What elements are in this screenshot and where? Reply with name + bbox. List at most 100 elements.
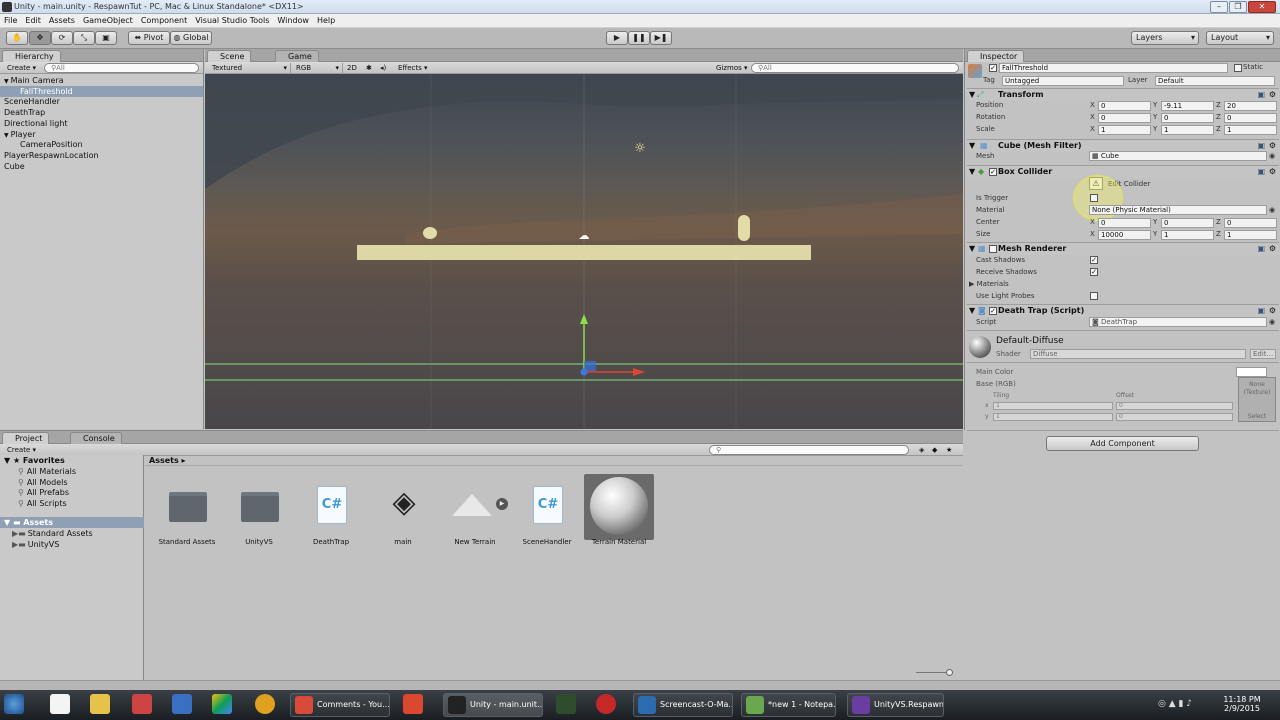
scene-search-input[interactable]: ⚲All (751, 63, 959, 73)
tiling-x-field[interactable]: 1 (993, 402, 1113, 410)
2d-toggle[interactable]: 2D (344, 63, 360, 73)
hierarchy-item[interactable]: Cube (0, 161, 203, 172)
favorite-item[interactable]: ⚲ All Prefabs (18, 488, 69, 497)
physic-material-field[interactable]: None (Physic Material) (1089, 205, 1267, 215)
menu-vstools[interactable]: Visual Studio Tools (191, 14, 273, 27)
taskbar-app-button[interactable]: UnityVS.Respawn... (847, 693, 944, 717)
tab-console[interactable]: Console (70, 432, 122, 444)
asset-item[interactable]: Terrain Material (584, 474, 654, 546)
expand-arrow-icon[interactable]: ▼ (4, 78, 9, 85)
taskbar-app-button[interactable]: *new 1 - Notepa... (741, 693, 836, 717)
asset-folder-item[interactable]: ▶▬ Standard Assets (12, 529, 93, 538)
filter-type-icon[interactable]: ◈ (916, 445, 927, 455)
move-gizmo-x-arrow[interactable] (633, 368, 645, 376)
scene-viewport[interactable]: ☁ ☼ (205, 74, 963, 429)
tab-project[interactable]: Project (2, 432, 50, 444)
move-gizmo-y-arrow[interactable] (580, 314, 588, 324)
tiling-y-field[interactable]: 1 (993, 413, 1113, 421)
materials-foldout[interactable]: ▶ Materials (969, 279, 1009, 289)
headphones-icon[interactable] (255, 694, 275, 714)
asset-folder-item[interactable]: ▶▬ UnityVS (12, 540, 59, 549)
hierarchy-item[interactable]: FallThreshold (0, 85, 203, 97)
texture-select-button[interactable]: Select (1239, 413, 1275, 421)
maximize-button[interactable]: ❐ (1229, 1, 1247, 13)
shader-dropdown[interactable]: Diffuse (1030, 349, 1246, 359)
hierarchy-search-input[interactable]: ⚲All (44, 63, 199, 73)
transform-x-field[interactable]: 0 (1098, 101, 1151, 111)
help-icon[interactable]: ▣ (1257, 89, 1265, 101)
tag-dropdown[interactable]: Untagged (1002, 76, 1124, 86)
taskbar-app-button[interactable]: Screencast-O-Ma... (633, 693, 733, 717)
hierarchy-item[interactable]: CameraPosition (0, 139, 203, 150)
mail-icon[interactable] (132, 694, 152, 714)
layout-dropdown[interactable]: Layout ▾ (1206, 31, 1274, 45)
google-drive-icon[interactable] (212, 694, 232, 714)
help-icon[interactable]: ▣ (1257, 305, 1265, 317)
pause-button[interactable]: ❚❚ (628, 31, 650, 45)
menu-file[interactable]: File (0, 14, 21, 27)
menu-window[interactable]: Window (273, 14, 313, 27)
favorites-header[interactable]: ▼ ★ Favorites (4, 456, 65, 465)
transform-x-field[interactable]: 0 (1098, 113, 1151, 123)
texture-slot[interactable]: None (Texture) Select (1238, 377, 1276, 422)
add-component-button[interactable]: Add Component (1046, 436, 1199, 451)
is-trigger-checkbox[interactable] (1090, 194, 1098, 202)
hand-tool-icon[interactable]: ✋ (6, 31, 28, 45)
collider-center-z-field[interactable]: 0 (1224, 218, 1277, 228)
breadcrumb[interactable]: Assets ▸ (145, 455, 963, 466)
move-tool-icon[interactable]: ✥ (29, 31, 51, 45)
clock[interactable]: 11:18 PM 2/9/2015 (1222, 695, 1262, 713)
project-create-button[interactable]: Create ▾ (4, 445, 39, 455)
settings-gear-icon[interactable]: ⚙ (1269, 89, 1276, 101)
light-probes-checkbox[interactable] (1090, 292, 1098, 300)
hierarchy-item[interactable]: PlayerRespawnLocation (0, 150, 203, 161)
global-toggle[interactable]: ◍ Global (170, 31, 212, 45)
box-collider-header[interactable]: ▼ ◆ ✓ Box Collider ▣ ⚙ (967, 165, 1279, 178)
transform-y-field[interactable]: 1 (1161, 125, 1214, 135)
render-mode-dropdown[interactable]: RGB ▾ (293, 63, 343, 73)
transform-header[interactable]: ▼ ⤢ Transform ▣ ⚙ (967, 88, 1279, 101)
menu-help[interactable]: Help (313, 14, 339, 27)
hierarchy-item[interactable]: ▼ Player (0, 129, 203, 140)
project-search-input[interactable]: ⚲ (709, 445, 909, 455)
tab-game[interactable]: Game (275, 50, 319, 62)
tab-hierarchy[interactable]: Hierarchy (2, 50, 61, 62)
object-picker-icon[interactable]: ◉ (1269, 151, 1275, 161)
tray-icons[interactable]: ◎ ▲ ▮ ♪ (1158, 699, 1192, 709)
static-checkbox[interactable] (1234, 64, 1242, 72)
receive-shadows-checkbox[interactable]: ✓ (1090, 268, 1098, 276)
taskbar-app-button[interactable]: Unity - main.unit... (443, 693, 543, 717)
rotate-tool-icon[interactable]: ⟳ (51, 31, 73, 45)
hierarchy-item[interactable]: DeathTrap (0, 107, 203, 118)
death-trap-header[interactable]: ▼ ◙ ✓ Death Trap (Script) ▣ ⚙ (967, 304, 1279, 317)
play-button[interactable]: ▶ (606, 31, 628, 45)
git-icon[interactable] (403, 694, 423, 714)
settings-gear-icon[interactable]: ⚙ (1269, 166, 1276, 178)
layer-dropdown[interactable]: Default (1155, 76, 1275, 86)
hierarchy-item[interactable]: SceneHandler (0, 96, 203, 107)
minimize-button[interactable]: – (1210, 1, 1228, 13)
zoom-slider-handle[interactable] (946, 669, 953, 676)
help-icon[interactable]: ▣ (1257, 166, 1265, 178)
settings-gear-icon[interactable]: ⚙ (1269, 243, 1276, 255)
move-gizmo-center[interactable] (580, 368, 588, 376)
filter-label-icon[interactable]: ◆ (929, 445, 940, 455)
app-grid-icon[interactable] (50, 694, 70, 714)
collider-size-y-field[interactable]: 1 (1161, 230, 1214, 240)
gizmos-dropdown[interactable]: Gizmos ▾ (713, 63, 751, 73)
shader-edit-button[interactable]: Edit... (1250, 349, 1276, 359)
step-button[interactable]: ▶❚ (650, 31, 672, 45)
audio-toggle-icon[interactable]: ◂) (377, 63, 389, 73)
pivot-toggle[interactable]: ⬌ Pivot (128, 31, 170, 45)
close-button[interactable]: ✕ (1248, 1, 1276, 13)
settings-gear-icon[interactable]: ⚙ (1269, 305, 1276, 317)
object-name-field[interactable]: FallThreshold (999, 63, 1228, 73)
hierarchy-item[interactable]: ▼ Main Camera (0, 75, 203, 86)
death-trap-enabled-checkbox[interactable]: ✓ (989, 307, 997, 315)
script-field[interactable]: ◙ DeathTrap (1089, 317, 1267, 327)
collider-center-y-field[interactable]: 0 (1161, 218, 1214, 228)
transform-y-field[interactable]: -9.11 (1161, 101, 1214, 111)
hierarchy-item[interactable]: Directional light (0, 118, 203, 129)
collider-center-x-field[interactable]: 0 (1098, 218, 1151, 228)
main-color-swatch[interactable] (1236, 367, 1267, 377)
